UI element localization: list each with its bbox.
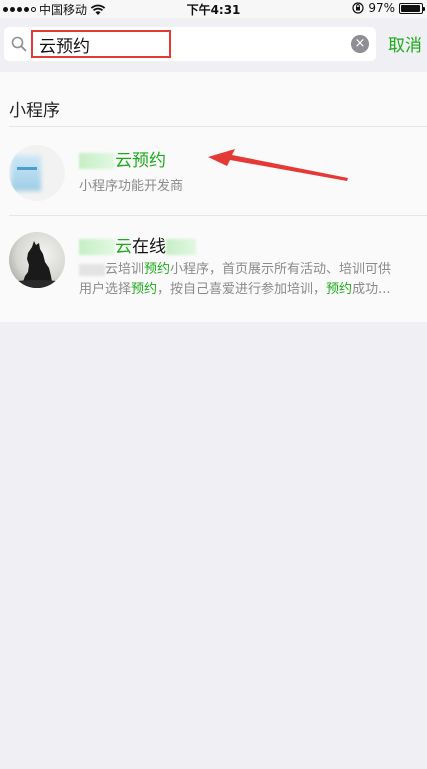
search-bar: × 取消 bbox=[0, 18, 427, 72]
lock-rotation-icon bbox=[352, 2, 364, 14]
item-2-title-mask bbox=[79, 239, 115, 255]
item-2-title-mask-end bbox=[166, 239, 196, 255]
status-right: 97% bbox=[352, 1, 425, 15]
search-input[interactable] bbox=[31, 30, 171, 58]
battery-icon bbox=[399, 2, 425, 14]
result-item-2[interactable]: 云在线 云培训预约小程序，首页展示所有活动、培训可供 用户选择预约，按自己喜爱进… bbox=[0, 216, 427, 322]
results-panel: 小程序 云预约 小程序功能开发商 云在线 云培训预约小程序，首页展示所有活动、培… bbox=[0, 72, 427, 322]
item-1-title-mask bbox=[79, 153, 115, 169]
item-2-description: 云培训预约小程序，首页展示所有活动、培训可供 用户选择预约，按自己喜爱进行参加培… bbox=[79, 260, 419, 300]
clear-icon[interactable]: × bbox=[351, 35, 369, 53]
item-1-avatar bbox=[9, 145, 65, 201]
item-2-title-highlight: 云 bbox=[115, 237, 132, 257]
wolf-avatar bbox=[9, 232, 65, 288]
search-box[interactable]: × bbox=[4, 27, 376, 61]
battery-fill bbox=[401, 4, 421, 12]
item-2-title-rest: 在线 bbox=[132, 237, 166, 257]
status-bar: 中国移动 下午4:31 97% bbox=[0, 0, 427, 18]
item-1-title: 云预约 bbox=[79, 146, 166, 171]
red-arrow-annotation bbox=[208, 149, 348, 181]
section-divider bbox=[9, 126, 427, 127]
item-1-title-highlight: 云预约 bbox=[115, 151, 166, 171]
cancel-button[interactable]: 取消 bbox=[388, 31, 422, 56]
section-title: 小程序 bbox=[9, 101, 60, 121]
wolf-silhouette-icon bbox=[9, 241, 65, 288]
item-2-title: 云在线 bbox=[79, 232, 196, 257]
search-icon bbox=[11, 36, 27, 52]
item-1-subtitle: 小程序功能开发商 bbox=[79, 179, 184, 194]
item-2-desc-line-1: 云培训预约小程序，首页展示所有活动、培训可供 bbox=[79, 260, 419, 280]
item-2-desc-line-2: 用户选择预约，按自己喜爱进行参加培训，预约成功... bbox=[79, 282, 391, 297]
item-2-desc-mask bbox=[79, 263, 105, 276]
battery-percent: 97% bbox=[368, 1, 395, 15]
